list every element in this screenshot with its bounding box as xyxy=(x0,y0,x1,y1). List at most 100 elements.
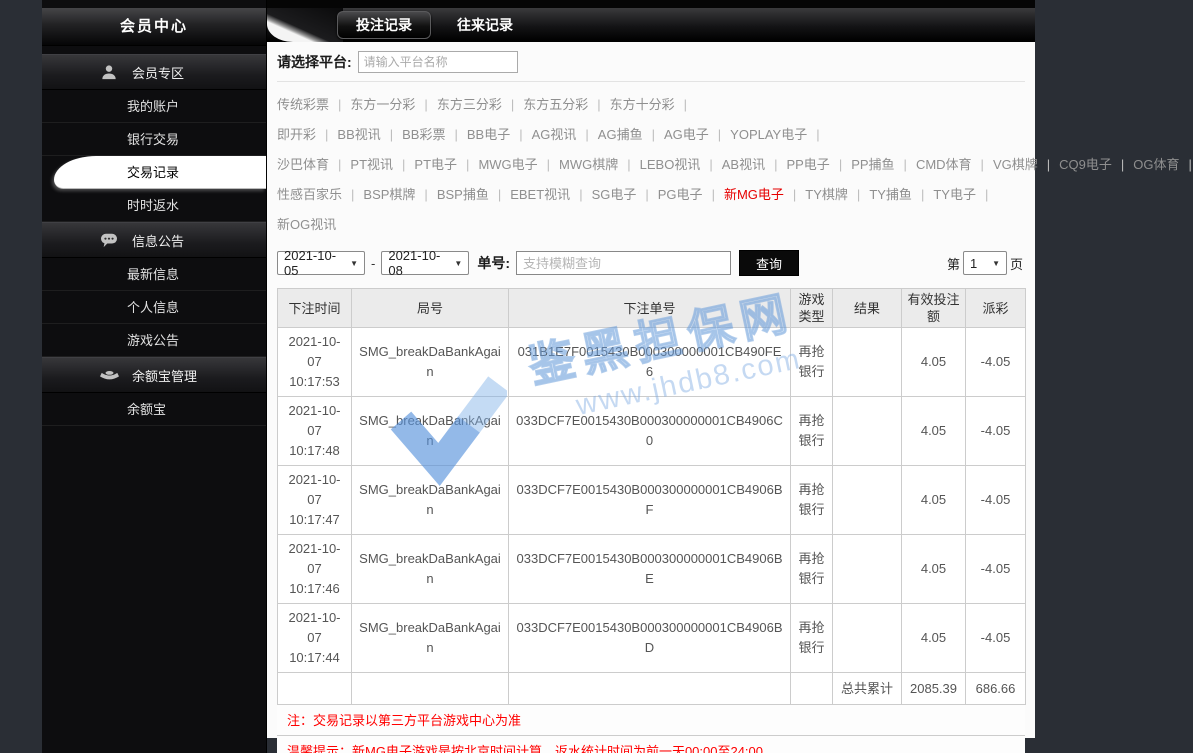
sidebar-item[interactable]: 个人信息 xyxy=(42,291,266,324)
date-to-select[interactable]: 2021-10-08 ▼ xyxy=(381,251,469,275)
platform-link[interactable]: EBET视讯 xyxy=(510,187,591,202)
message-icon xyxy=(100,231,120,249)
sidebar-section-header[interactable]: 会员专区 xyxy=(42,54,266,90)
order-no-cell: 033DCF7E0015430B000300000001CB4906C0 xyxy=(509,397,791,466)
note-disclaimer: 注：交易记录以第三方平台游戏中心为准 xyxy=(277,705,1025,736)
ingot-icon xyxy=(100,366,120,384)
platform-link[interactable]: BB彩票 xyxy=(402,127,467,142)
query-button[interactable]: 查询 xyxy=(739,250,799,276)
user-icon xyxy=(100,63,120,81)
order-no-input[interactable] xyxy=(516,251,731,275)
platform-link[interactable]: BB视讯 xyxy=(337,127,402,142)
bet-records-table: 下注时间局号下注单号游戏类型结果有效投注额派彩 2021-10-0710:17:… xyxy=(277,288,1026,705)
bet-date: 2021-10-07 xyxy=(284,401,345,441)
platform-links: 传统彩票东方一分彩东方三分彩东方五分彩东方十分彩即开彩BB视讯BB彩票BB电子A… xyxy=(277,82,1025,244)
total-empty-cell xyxy=(278,673,352,705)
table-header-row: 下注时间局号下注单号游戏类型结果有效投注额派彩 xyxy=(278,289,1026,328)
bet-time-cell: 2021-10-0710:17:44 xyxy=(278,604,352,673)
payout-cell: -4.05 xyxy=(966,535,1026,604)
platform-link[interactable]: MWG棋牌 xyxy=(559,157,640,172)
platform-link[interactable]: OG体育 xyxy=(1133,157,1193,172)
total-empty-cell xyxy=(352,673,509,705)
platform-link[interactable]: 新MG电子 xyxy=(724,187,805,202)
sidebar-item[interactable]: 我的账户 xyxy=(42,90,266,123)
platform-link[interactable]: AG电子 xyxy=(664,127,730,142)
platform-link[interactable]: AG视讯 xyxy=(532,127,598,142)
sidebar-section-label: 信息公告 xyxy=(132,231,184,250)
date-from-value: 2021-10-05 xyxy=(284,248,346,278)
platform-link[interactable]: VG棋牌 xyxy=(993,157,1059,172)
platform-link[interactable]: CQ9电子 xyxy=(1059,157,1133,172)
table-header-cell: 下注单号 xyxy=(509,289,791,328)
platform-name-input[interactable] xyxy=(358,51,518,73)
platform-link[interactable]: 性感百家乐 xyxy=(277,187,363,202)
platform-link[interactable]: BB电子 xyxy=(467,127,532,142)
platform-link[interactable]: PT视讯 xyxy=(350,157,414,172)
chevron-down-icon: ▼ xyxy=(350,259,358,268)
page-number-select[interactable]: 1 ▼ xyxy=(963,251,1007,275)
valid-bet-cell: 4.05 xyxy=(902,466,966,535)
platform-link[interactable]: PP电子 xyxy=(786,157,851,172)
bet-time-cell: 2021-10-0710:17:53 xyxy=(278,328,352,397)
platform-link[interactable]: PT电子 xyxy=(414,157,478,172)
table-row: 2021-10-0710:17:53SMG_breakDaBankAgain03… xyxy=(278,328,1026,397)
platform-link[interactable]: BSP棋牌 xyxy=(363,187,436,202)
order-no-cell: 033DCF7E0015430B000300000001CB4906BD xyxy=(509,604,791,673)
sidebar: 会员中心 会员专区我的账户银行交易交易记录时时返水信息公告最新信息个人信息游戏公… xyxy=(42,0,267,753)
platform-link[interactable]: 东方一分彩 xyxy=(350,97,436,112)
sidebar-section-header[interactable]: 余额宝管理 xyxy=(42,357,266,393)
platform-link[interactable]: CMD体育 xyxy=(916,157,993,172)
game-type-cell: 再抢银行 xyxy=(791,397,833,466)
platform-link[interactable]: BSP捕鱼 xyxy=(437,187,510,202)
date-from-select[interactable]: 2021-10-05 ▼ xyxy=(277,251,365,275)
platform-link[interactable]: PG电子 xyxy=(658,187,724,202)
platform-label: 请选择平台: xyxy=(277,52,352,72)
result-cell xyxy=(833,604,902,673)
tab-inactive[interactable]: 往来记录 xyxy=(439,8,531,42)
platform-link[interactable]: TY电子 xyxy=(933,187,997,202)
platform-link[interactable]: 即开彩 xyxy=(277,127,337,142)
game-type-cell: 再抢银行 xyxy=(791,328,833,397)
result-cell xyxy=(833,397,902,466)
platform-link[interactable]: AB视讯 xyxy=(722,157,787,172)
platform-link[interactable]: TY棋牌 xyxy=(805,187,869,202)
sidebar-item[interactable]: 最新信息 xyxy=(42,258,266,291)
table-row: 2021-10-0710:17:44SMG_breakDaBankAgain03… xyxy=(278,604,1026,673)
sidebar-item[interactable]: 游戏公告 xyxy=(42,324,266,357)
tab-bar: 投注记录往来记录 xyxy=(267,8,1035,42)
platform-link[interactable]: TY捕鱼 xyxy=(869,187,933,202)
sidebar-title: 会员中心 xyxy=(42,8,266,46)
sidebar-item[interactable]: 银行交易 xyxy=(42,123,266,156)
sidebar-item[interactable]: 余额宝 xyxy=(42,393,266,426)
bet-time: 10:17:44 xyxy=(284,648,345,668)
platform-link[interactable]: 东方三分彩 xyxy=(437,97,523,112)
bet-time: 10:17:53 xyxy=(284,372,345,392)
platform-link[interactable]: PP捕鱼 xyxy=(851,157,916,172)
platform-link[interactable]: 传统彩票 xyxy=(277,97,350,112)
platform-link[interactable]: SG电子 xyxy=(592,187,658,202)
platform-link[interactable]: AG捕鱼 xyxy=(598,127,664,142)
order-no-label: 单号: xyxy=(477,253,510,273)
round-id-cell: SMG_breakDaBankAgain xyxy=(352,328,509,397)
sidebar-item-active[interactable]: 交易记录 xyxy=(54,156,266,189)
valid-bet-cell: 4.05 xyxy=(902,397,966,466)
platform-link[interactable]: MWG电子 xyxy=(478,157,559,172)
tab-active[interactable]: 投注记录 xyxy=(337,11,431,39)
platform-link[interactable]: 沙巴体育 xyxy=(277,157,350,172)
table-row: 2021-10-0710:17:46SMG_breakDaBankAgain03… xyxy=(278,535,1026,604)
platform-link[interactable]: 东方五分彩 xyxy=(523,97,609,112)
payout-cell: -4.05 xyxy=(966,328,1026,397)
bet-date: 2021-10-07 xyxy=(284,539,345,579)
payout-cell: -4.05 xyxy=(966,466,1026,535)
round-id-cell: SMG_breakDaBankAgain xyxy=(352,397,509,466)
result-cell xyxy=(833,328,902,397)
platform-link[interactable]: LEBO视讯 xyxy=(640,157,722,172)
platform-link[interactable]: YOPLAY电子 xyxy=(730,127,828,142)
sidebar-section-header[interactable]: 信息公告 xyxy=(42,222,266,258)
bet-time-cell: 2021-10-0710:17:48 xyxy=(278,397,352,466)
platform-link[interactable]: 东方十分彩 xyxy=(610,97,696,112)
platform-link[interactable]: 新OG视讯 xyxy=(277,217,336,232)
sidebar-item[interactable]: 时时返水 xyxy=(42,189,266,222)
page-prefix: 第 xyxy=(947,254,960,273)
table-row: 2021-10-0710:17:48SMG_breakDaBankAgain03… xyxy=(278,397,1026,466)
